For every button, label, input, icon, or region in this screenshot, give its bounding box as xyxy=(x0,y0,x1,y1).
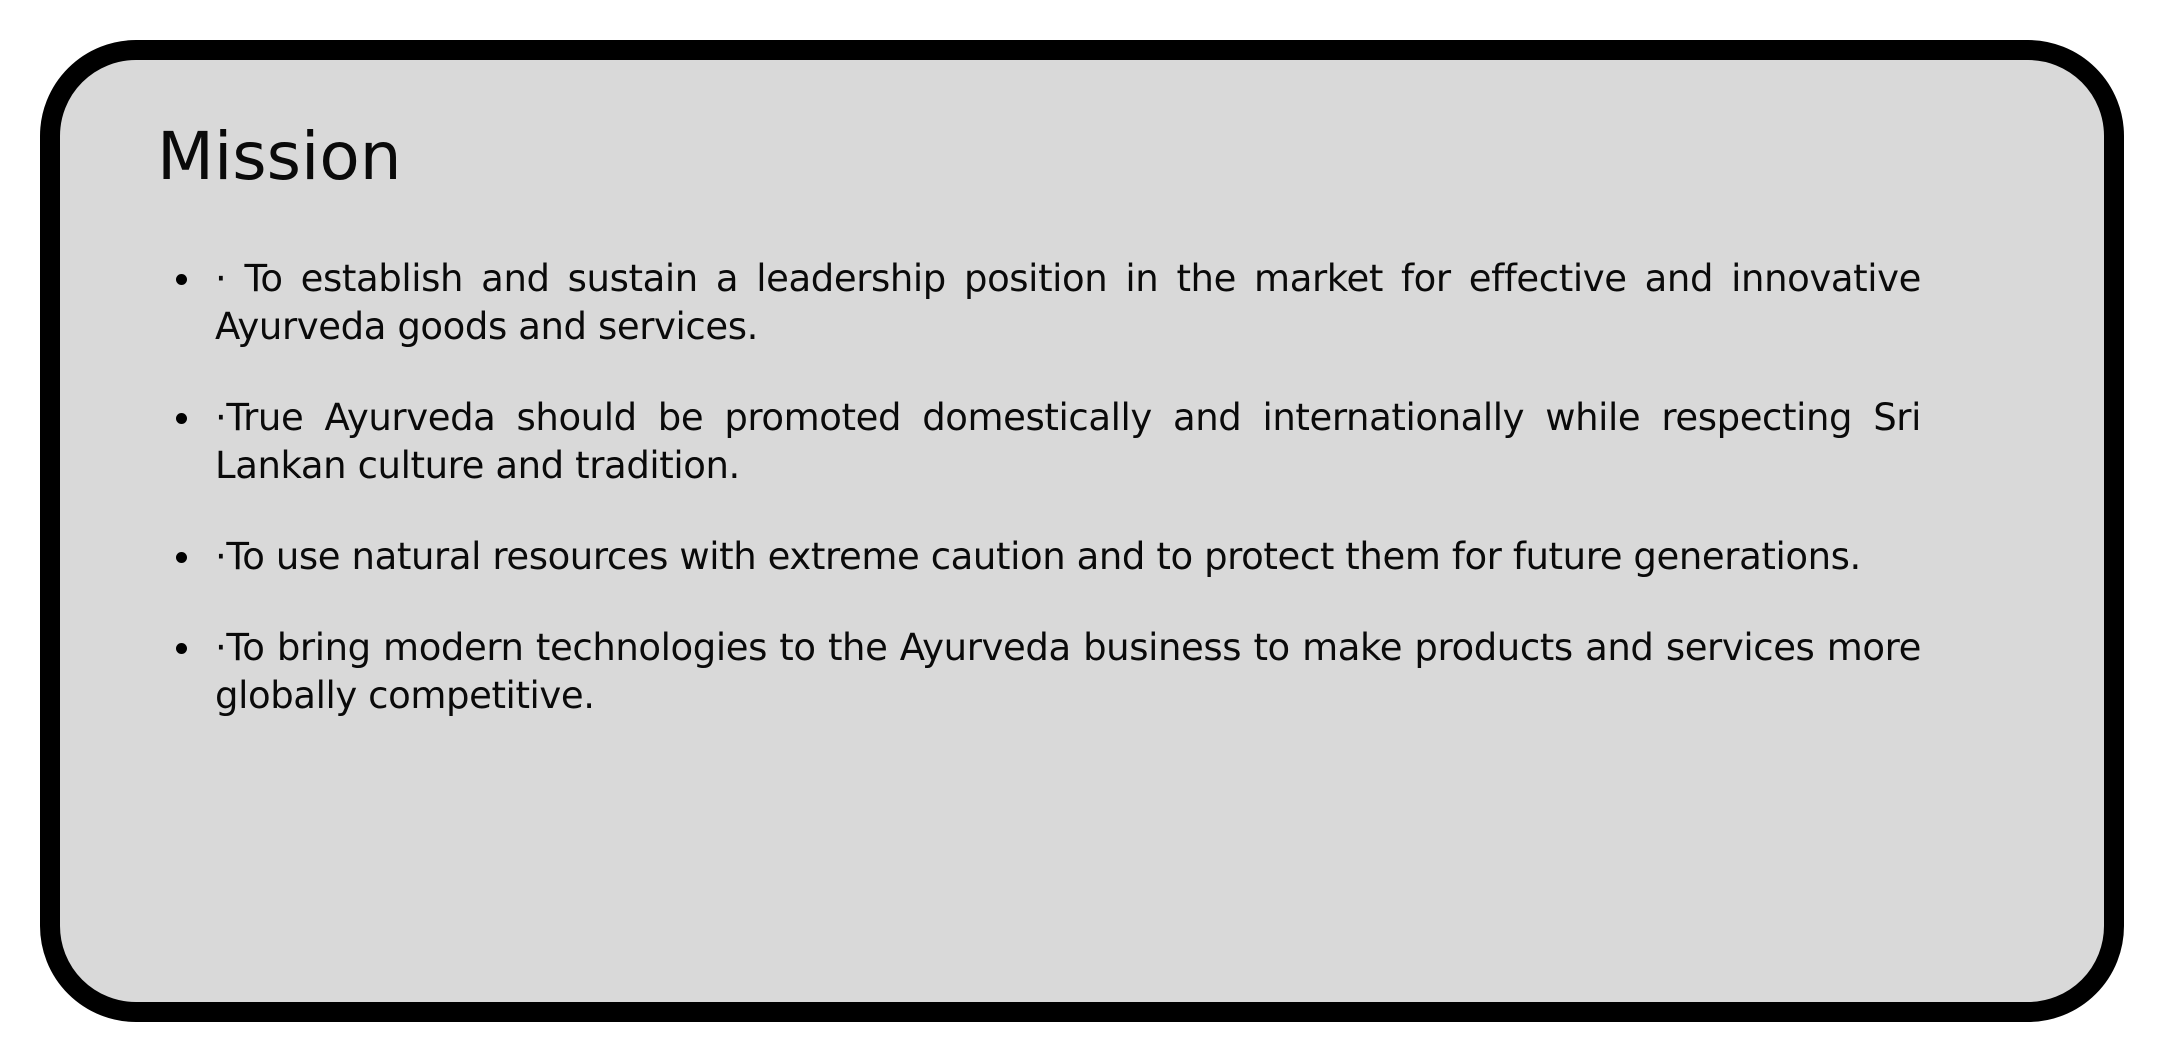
mission-item-text: · To establish and sustain a leadership … xyxy=(215,257,1921,348)
bullet-icon xyxy=(176,413,187,424)
bullet-icon xyxy=(176,274,187,285)
bullet-icon xyxy=(176,643,187,654)
mission-title: Mission xyxy=(157,118,402,195)
list-item: ·To use natural resources with extreme c… xyxy=(176,533,1921,581)
mission-item-text: ·True Ayurveda should be promoted domest… xyxy=(215,396,1921,487)
list-item: · To establish and sustain a leadership … xyxy=(176,255,1921,351)
bullet-icon xyxy=(176,552,187,563)
mission-item-text: ·To bring modern technologies to the Ayu… xyxy=(215,626,1921,717)
list-item: ·To bring modern technologies to the Ayu… xyxy=(176,624,1921,720)
mission-item-text: ·To use natural resources with extreme c… xyxy=(215,535,1861,578)
mission-list: · To establish and sustain a leadership … xyxy=(176,255,1921,763)
list-item: ·True Ayurveda should be promoted domest… xyxy=(176,394,1921,490)
